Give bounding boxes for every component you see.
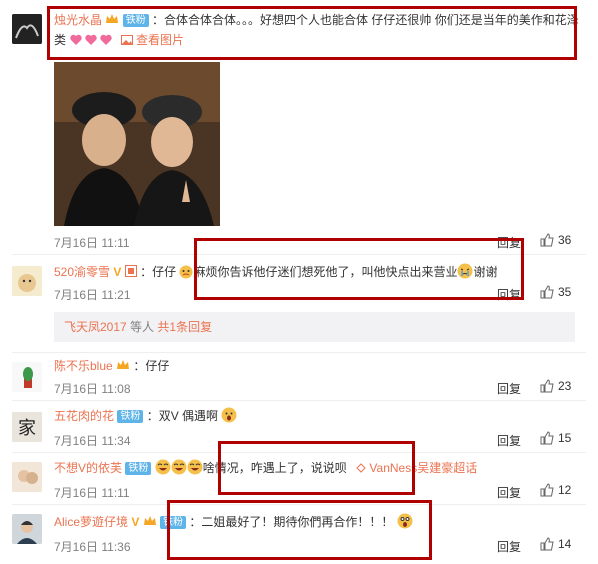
cry-emoji-icon	[179, 265, 193, 285]
topic-diamond-icon	[356, 463, 366, 473]
username[interactable]: Alice萝遊仔境	[54, 515, 128, 529]
avatar[interactable]	[12, 14, 42, 44]
comment-text: 麻烦你告诉他仔迷们想死他了，叫他快点出来营业	[193, 265, 458, 279]
divider	[12, 452, 586, 453]
divider	[12, 254, 586, 255]
reply-button[interactable]: 回复	[497, 380, 521, 397]
view-image-link[interactable]: 查看图片	[120, 33, 184, 47]
username[interactable]: 520渝零雪	[54, 265, 110, 279]
like-icon	[540, 233, 554, 247]
divider	[12, 352, 586, 353]
fan-badge[interactable]: 铁粉	[117, 410, 144, 423]
comment-time: 7月16日 11:11	[54, 486, 130, 500]
username[interactable]: 五花肉的花	[54, 409, 114, 423]
like-icon	[540, 483, 554, 497]
divider	[12, 400, 586, 401]
vip-crown-icon	[143, 513, 157, 525]
sub-reply-user[interactable]: 飞天凤2017	[64, 320, 127, 334]
like-button[interactable]: 36	[540, 233, 571, 247]
vip-v-icon: V	[131, 515, 140, 529]
like-icon	[540, 537, 554, 551]
comment-time: 7月16日 11:34	[54, 434, 131, 448]
sub-reply-text: 等人	[130, 320, 155, 334]
like-icon	[540, 285, 554, 299]
surprised-emoji-icon	[397, 513, 413, 535]
surprised-emoji-icon	[221, 407, 237, 429]
reply-button[interactable]: 回复	[497, 286, 521, 303]
reply-button[interactable]: 回复	[497, 432, 521, 449]
reply-button[interactable]: 回复	[497, 538, 521, 555]
like-icon	[540, 431, 554, 445]
sub-replies-bar[interactable]: 飞天凤2017 等人 共1条回复	[54, 312, 575, 342]
avatar[interactable]	[12, 462, 42, 492]
fan-badge[interactable]: 铁粉	[125, 462, 152, 475]
laugh-emoji-icon	[155, 459, 203, 481]
like-icon	[540, 379, 554, 393]
like-button[interactable]: 23	[540, 379, 571, 393]
comment-text: 啥情况，咋遇上了，说说呗	[202, 461, 347, 475]
fan-badge[interactable]: 铁粉	[160, 516, 187, 529]
comment-text: ：仔仔	[133, 359, 170, 373]
comment-time: 7月16日 11:11	[54, 236, 130, 250]
reply-button[interactable]: 回复	[497, 484, 521, 501]
avatar[interactable]: 家	[12, 412, 42, 442]
sub-reply-count[interactable]: 共1条回复	[157, 320, 212, 334]
like-button[interactable]: 35	[540, 285, 571, 299]
comment-image[interactable]	[54, 62, 220, 226]
username[interactable]: 不想V的依芙	[54, 461, 122, 475]
comment-text: ：双V 偶遇啊	[146, 409, 219, 423]
vip-v-icon: V	[113, 265, 122, 279]
heart-emoji-icon	[69, 33, 113, 53]
divider	[12, 504, 586, 505]
fan-badge[interactable]: 铁粉	[122, 14, 149, 27]
comment-text: ：仔仔	[140, 265, 177, 279]
svg-text:家: 家	[18, 418, 36, 439]
like-button[interactable]: 12	[540, 483, 571, 497]
comment-time: 7月16日 11:21	[54, 288, 131, 302]
comment-time: 7月16日 11:36	[54, 540, 131, 554]
like-button[interactable]: 14	[540, 537, 571, 551]
medal-icon	[124, 265, 137, 277]
vip-crown-icon	[105, 11, 119, 23]
comment-text: 谢谢	[473, 265, 498, 279]
avatar[interactable]	[12, 362, 42, 392]
comment-text: ：二姐最好了！期待你們再合作！！！	[189, 515, 394, 529]
username[interactable]: 陈不乐blue	[54, 359, 113, 373]
avatar[interactable]	[12, 266, 42, 296]
image-icon	[120, 35, 133, 45]
vip-crown-icon	[116, 357, 130, 369]
cry-emoji-icon	[457, 263, 473, 285]
topic-link[interactable]: VanNess吴建豪超话	[356, 461, 477, 475]
like-button[interactable]: 15	[540, 431, 571, 445]
avatar[interactable]	[12, 514, 42, 544]
reply-button[interactable]: 回复	[497, 234, 521, 251]
comment-time: 7月16日 11:08	[54, 382, 131, 396]
username[interactable]: 烛光水晶	[54, 13, 102, 27]
